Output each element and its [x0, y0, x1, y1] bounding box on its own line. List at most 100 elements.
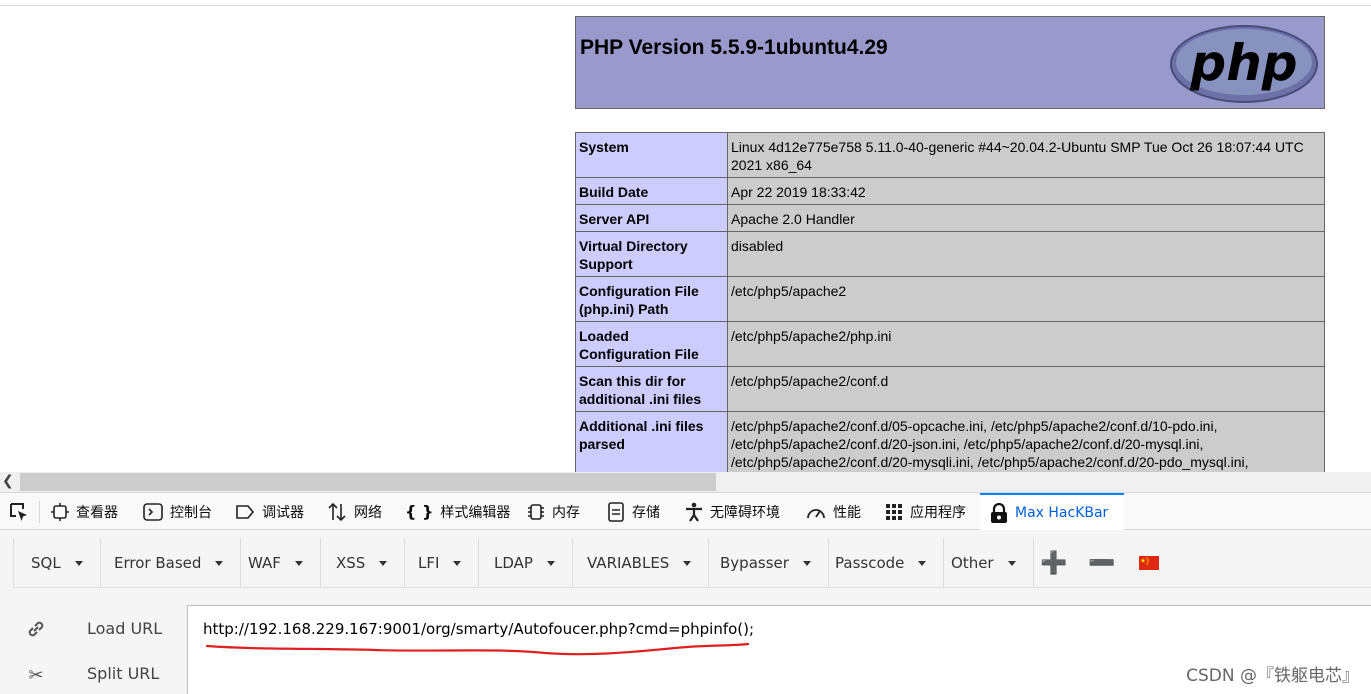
phpinfo-row: Loaded Configuration File/etc/php5/apach…: [575, 321, 1325, 367]
tab-label: 网络: [354, 504, 382, 521]
menu-label: Error Based: [114, 554, 202, 572]
phpinfo-row: Additional .ini files parsed/etc/php5/ap…: [575, 411, 1325, 472]
tab-debugger[interactable]: 调试器: [235, 493, 304, 530]
csdn-watermark: CSDN @『铁躯电芯』: [1186, 666, 1359, 686]
scrollbar-thumb[interactable]: [20, 473, 716, 491]
horizontal-scrollbar[interactable]: ❮: [0, 472, 1371, 492]
menu-error-based[interactable]: Error Based: [97, 538, 242, 588]
phpinfo-row-label: Virtual Directory Support: [575, 231, 728, 277]
menu-label: LFI: [418, 554, 440, 572]
menu-waf[interactable]: WAF: [231, 538, 321, 588]
menu-sql[interactable]: SQL: [14, 538, 101, 588]
tab-memory[interactable]: 内存: [527, 493, 580, 530]
tab-inspector[interactable]: 查看器: [51, 493, 118, 530]
accessibility-icon: [686, 502, 702, 522]
tab-console[interactable]: 控制台: [143, 493, 212, 530]
load-url-button[interactable]: Load URL: [87, 619, 162, 638]
phpinfo-row-value: Apache 2.0 Handler: [727, 204, 1325, 232]
tab-performance[interactable]: 性能: [806, 493, 861, 530]
phpinfo-row: System Linux 4d12e775e758 5.11.0-40-gener…: [575, 132, 1325, 178]
debugger-icon: [236, 504, 255, 519]
top-divider: [0, 5, 1371, 6]
tab-storage[interactable]: 存储: [607, 493, 660, 530]
scissors-icon: ✂: [28, 664, 44, 686]
caret-down-icon: [215, 560, 224, 566]
phpinfo-row-value: Apr 22 2019 18:33:42: [727, 177, 1325, 205]
tab-label: 性能: [833, 504, 861, 521]
php-version-header: PHP Version 5.5.9-1ubuntu4.29 php: [575, 16, 1325, 109]
plus-icon[interactable]: ➕: [1040, 538, 1067, 588]
phpinfo-row-value: disabled: [727, 231, 1325, 277]
phpinfo-row-value: /etc/php5/apache2/conf.d: [727, 366, 1325, 412]
tab-application[interactable]: 应用程序: [885, 493, 966, 530]
tab-label: 无障碍环境: [710, 504, 780, 521]
menu-lfi[interactable]: LFI: [401, 538, 480, 588]
element-picker-icon: [10, 502, 27, 521]
caret-down-icon: [683, 560, 692, 566]
toolbar-separator: [39, 501, 40, 523]
caret-down-icon: [74, 560, 83, 566]
inspector-icon: [51, 502, 69, 521]
caret-down-icon: [546, 560, 555, 566]
php-logo-text: php: [1189, 34, 1297, 92]
tab-label: 样式编辑器: [440, 504, 511, 521]
tab-label: 控制台: [170, 504, 212, 521]
menu-label: XSS: [336, 554, 366, 572]
phpinfo-row-label: Server API: [575, 204, 728, 232]
memory-icon: [528, 503, 544, 520]
menu-label: Other: [951, 554, 994, 572]
china-flag-icon[interactable]: [1137, 538, 1161, 588]
devtools-toolbar: 查看器 控制台 调试器 网络 { } 样式编辑器 内存 存储 无障碍环境 性能 …: [0, 492, 1371, 530]
phpinfo-row-label: System: [575, 132, 728, 178]
phpinfo-row-label: Scan this dir for additional .ini files: [575, 366, 728, 412]
tab-max-hackbar[interactable]: Max HacKBar: [980, 493, 1124, 530]
scroll-left-icon[interactable]: ❮: [2, 473, 14, 489]
style-editor-icon: { }: [405, 502, 434, 521]
menu-label: SQL: [31, 554, 61, 572]
php-logo: php: [1170, 25, 1318, 103]
menu-xss[interactable]: XSS: [319, 538, 406, 588]
application-icon: [886, 503, 902, 520]
page-viewport: PHP Version 5.5.9-1ubuntu4.29 php System…: [0, 0, 1371, 472]
menu-label: LDAP: [494, 554, 533, 572]
split-url-button[interactable]: Split URL: [87, 664, 159, 683]
phpinfo-row-value: /etc/php5/apache2/conf.d/05-opcache.ini,…: [727, 411, 1325, 472]
menu-passcode[interactable]: Passcode: [818, 538, 945, 588]
menu-other[interactable]: Other: [934, 538, 1034, 588]
tab-style-editor[interactable]: { } 样式编辑器: [405, 493, 510, 530]
console-icon: [143, 502, 163, 521]
phpinfo-row-value: /etc/php5/apache2: [727, 276, 1325, 322]
menu-label: WAF: [248, 554, 281, 572]
phpinfo-row-label: Build Date: [575, 177, 728, 205]
tab-label: 内存: [552, 504, 580, 521]
hackbar-panel: SQL Error Based WAF XSS LFI LDAP VARIABL…: [0, 530, 1371, 694]
storage-icon: [608, 501, 624, 522]
menu-ldap[interactable]: LDAP: [477, 538, 573, 588]
lock-icon: [991, 502, 1007, 523]
phpinfo-row-value: /etc/php5/apache2/php.ini: [727, 321, 1325, 367]
minus-icon[interactable]: ➖: [1088, 538, 1115, 588]
phpinfo-row: Build Date Apr 22 2019 18:33:42: [575, 177, 1325, 205]
hackbar-url-section: Load URL ✂ Split URL http://192.168.229.…: [13, 601, 1371, 694]
element-picker-button[interactable]: [8, 493, 30, 530]
phpinfo-table: System Linux 4d12e775e758 5.11.0-40-gener…: [575, 132, 1325, 472]
caret-down-icon: [379, 560, 388, 566]
phpinfo-row-label: Configuration File (php.ini) Path: [575, 276, 728, 322]
caret-down-icon: [453, 560, 462, 566]
network-icon: [328, 502, 346, 521]
tab-network[interactable]: 网络: [327, 493, 382, 530]
caret-down-icon: [918, 560, 927, 566]
phpinfo-row-label: Loaded Configuration File: [575, 321, 728, 367]
menu-variables[interactable]: VARIABLES: [570, 538, 710, 588]
tab-label: 应用程序: [910, 504, 966, 521]
menu-label: VARIABLES: [587, 554, 670, 572]
tab-accessibility[interactable]: 无障碍环境: [685, 493, 780, 530]
menu-label: Bypasser: [720, 554, 789, 572]
caret-down-icon: [802, 560, 811, 566]
red-annotation-underline: [205, 642, 750, 656]
hackbar-menubar: SQL Error Based WAF XSS LFI LDAP VARIABL…: [13, 538, 1371, 588]
phpinfo-row: Server API Apache 2.0 Handler: [575, 204, 1325, 232]
phpinfo-row-label: Additional .ini files parsed: [575, 411, 728, 472]
menu-bypasser[interactable]: Bypasser: [703, 538, 829, 588]
tab-label: 调试器: [262, 504, 304, 521]
